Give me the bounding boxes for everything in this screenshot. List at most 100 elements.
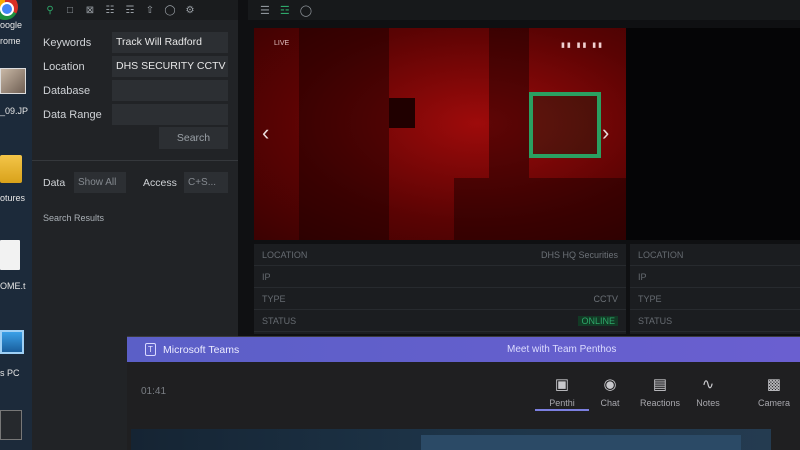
viewer-toolbar: ☰ ☲ ◯	[248, 0, 800, 20]
next-arrow-icon[interactable]: ›	[602, 120, 609, 146]
reactions-icon: ▤	[652, 376, 668, 393]
feed-tracking-frame	[529, 92, 601, 158]
video-camera-icon: ▣	[554, 376, 570, 393]
shared-screen-preview	[421, 435, 741, 450]
teams-video-stage	[131, 429, 771, 450]
panel-divider	[32, 160, 238, 161]
access-select[interactable]: C+S...	[184, 172, 228, 193]
camera-icon: ▩	[766, 376, 782, 393]
info-key: LOCATION	[638, 250, 684, 260]
screen: oogle rome _09.JP otures OME.t s PC ⚲ □ …	[0, 0, 800, 450]
reactions-button[interactable]: ▤ Reactions	[633, 375, 687, 415]
feed-window	[389, 98, 415, 128]
folder-icon[interactable]: □	[64, 4, 76, 16]
info-key: IP	[262, 272, 271, 282]
secondary-feed[interactable]	[626, 28, 800, 240]
info-value: DHS HQ Securities	[540, 250, 618, 260]
location-label: Location	[43, 61, 85, 73]
search-icon[interactable]: ⚲	[44, 4, 56, 16]
info-row-location: LOCATION	[630, 244, 800, 266]
this-pc-icon[interactable]	[0, 330, 24, 354]
desktop-label-pc: s PC	[0, 368, 20, 378]
desktop: oogle rome _09.JP otures OME.t s PC	[0, 0, 32, 450]
database-input[interactable]	[112, 80, 228, 101]
search-button[interactable]: Search	[159, 127, 228, 149]
feed-door	[489, 28, 529, 178]
list-icon[interactable]: ☲	[280, 4, 290, 17]
feed-wall-left	[299, 28, 389, 240]
recycle-bin-icon[interactable]	[0, 410, 22, 440]
hierarchy-icon[interactable]: ☶	[124, 4, 136, 16]
info-row-location: LOCATION DHS HQ Securities	[254, 244, 626, 266]
text-file-icon[interactable]	[0, 240, 20, 270]
info-key: STATUS	[262, 316, 297, 326]
search-panel-toolbar: ⚲ □ ⊠ ☷ ☶ ⇧ ◯ ⚙	[32, 0, 238, 20]
teams-call-window: T Microsoft Teams Meet with Team Penthos…	[127, 336, 800, 450]
location-row: Location DHS SECURITY CCTV	[32, 56, 238, 78]
search-results-label: Search Results	[43, 213, 105, 223]
network-icon[interactable]: ☷	[104, 4, 116, 16]
video-button-label: Penthi	[535, 398, 589, 411]
settings-icon[interactable]: ⚙	[184, 4, 196, 16]
close-box-icon[interactable]: ⊠	[84, 4, 96, 16]
camera-button[interactable]: ▩ Camera	[747, 375, 800, 415]
info-key: TYPE	[262, 294, 286, 304]
info-row-ip: IP	[630, 266, 800, 288]
access-label: Access	[143, 177, 177, 189]
prev-arrow-icon[interactable]: ‹	[262, 120, 269, 146]
filter-row: Data Show All Access C+S...	[32, 172, 238, 194]
desktop-label-chrome-1: oogle	[0, 20, 23, 30]
desktop-label-image: _09.JP	[0, 106, 29, 116]
menu-icon[interactable]: ☰	[260, 4, 270, 17]
status-badge: ONLINE	[578, 316, 618, 326]
info-key: IP	[638, 272, 647, 282]
keywords-input[interactable]: Track Will Radford	[112, 32, 228, 53]
info-key: LOCATION	[262, 250, 308, 260]
globe-icon[interactable]: ◯	[300, 4, 312, 17]
info-row-type: TYPE CCTV	[254, 288, 626, 310]
camera-info-secondary: LOCATION IP TYPE STATUS	[630, 244, 800, 334]
info-row-status: STATUS	[630, 310, 800, 332]
keywords-row: Keywords Track Will Radford	[32, 32, 238, 54]
feed-floor	[454, 178, 626, 240]
call-timer: 01:41	[141, 386, 167, 397]
image-file-icon[interactable]	[0, 68, 26, 94]
chat-button[interactable]: ◉ Chat	[583, 375, 637, 415]
teams-logo-icon: T	[145, 343, 156, 356]
upload-icon[interactable]: ⇧	[144, 4, 156, 16]
desktop-label-chrome-2: rome	[0, 36, 21, 46]
notes-icon: ∿	[701, 376, 715, 393]
cctv-feed[interactable]: LIVE ▮▮ ▮▮ ▮▮ ‹ ›	[254, 28, 626, 240]
info-key: STATUS	[638, 316, 673, 326]
pictures-folder-icon[interactable]	[0, 155, 22, 183]
chat-icon: ◉	[603, 376, 617, 393]
feed-controls-icon[interactable]: ▮▮ ▮▮ ▮▮	[561, 41, 604, 49]
chrome-icon[interactable]	[0, 0, 18, 20]
globe-icon[interactable]: ◯	[164, 4, 176, 16]
desktop-label-pictures: otures	[0, 193, 26, 203]
data-select[interactable]: Show All	[74, 172, 126, 193]
teams-app-name: Microsoft Teams	[163, 344, 240, 356]
info-row-ip: IP	[254, 266, 626, 288]
location-input[interactable]: DHS SECURITY CCTV	[112, 56, 228, 77]
chat-button-label: Chat	[600, 398, 620, 408]
camera-info-primary: LOCATION DHS HQ Securities IP TYPE CCTV …	[254, 244, 626, 334]
teams-title-bar[interactable]: T Microsoft Teams Meet with Team Penthos	[127, 337, 800, 362]
meeting-title: Meet with Team Penthos	[507, 344, 617, 355]
live-indicator: LIVE	[274, 40, 290, 47]
reactions-button-label: Reactions	[639, 398, 681, 408]
info-row-type: TYPE	[630, 288, 800, 310]
data-label: Data	[43, 177, 66, 189]
desktop-label-text: OME.t	[0, 281, 26, 291]
info-value: CCTV	[593, 294, 619, 304]
camera-button-label: Camera	[757, 398, 790, 408]
database-label: Database	[43, 85, 91, 97]
notes-button-label: Notes	[696, 398, 720, 408]
keywords-label: Keywords	[43, 37, 92, 49]
database-row: Database	[32, 80, 238, 102]
data-range-label: Data Range	[43, 109, 102, 121]
data-range-input[interactable]	[112, 104, 228, 125]
video-button[interactable]: ▣ Penthi	[535, 375, 589, 415]
info-row-status: STATUS ONLINE	[254, 310, 626, 332]
notes-button[interactable]: ∿ Notes	[681, 375, 735, 415]
